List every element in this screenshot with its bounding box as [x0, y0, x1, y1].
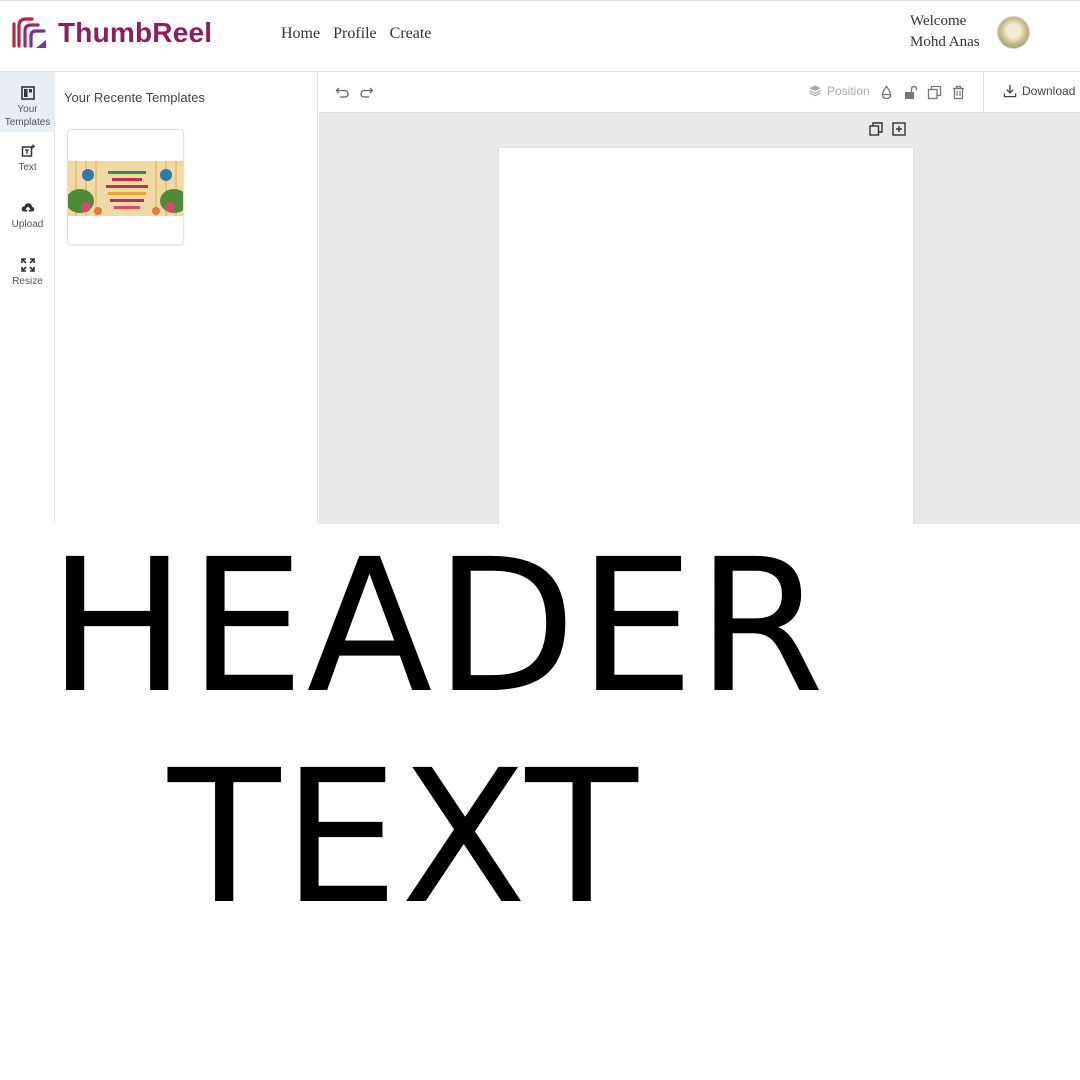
duplicate-button[interactable]	[927, 85, 942, 100]
delete-button[interactable]	[951, 85, 966, 100]
redo-button[interactable]	[359, 85, 374, 100]
thumbreel-logo-icon	[12, 17, 46, 48]
download-button[interactable]: Download	[1003, 84, 1075, 98]
undo-icon	[335, 87, 349, 98]
rail-label-text: Text	[18, 162, 37, 173]
position-label: Position	[827, 84, 870, 98]
rail-item-your-templates[interactable]: Your Templates	[0, 72, 55, 132]
rail-item-upload[interactable]: Upload	[0, 201, 55, 241]
copy-page-icon	[869, 122, 883, 136]
lock-button[interactable]	[903, 85, 918, 100]
template-thumbnail	[68, 161, 183, 216]
redo-icon	[360, 87, 374, 98]
page-controls	[869, 122, 906, 136]
main-nav: Home Profile Create	[281, 25, 431, 43]
template-card[interactable]	[67, 129, 184, 245]
unlock-icon	[905, 85, 918, 99]
header-text-line-2: TEXT	[168, 731, 640, 945]
rail-label-your: Your	[17, 104, 38, 115]
tool-rail: Your Templates Text Upload Resize	[0, 72, 55, 524]
avatar[interactable]	[997, 16, 1030, 49]
user-name: Mohd Anas	[910, 34, 980, 50]
rail-label-resize: Resize	[12, 276, 43, 287]
brand-name: ThumbReel	[58, 17, 213, 48]
rail-label-upload: Upload	[11, 219, 44, 230]
welcome-block: Welcome Mohd Anas	[910, 11, 980, 53]
upload-cloud-icon	[21, 203, 34, 214]
toolbar-divider	[983, 72, 984, 113]
header-text-line-1: HEADER	[48, 520, 827, 734]
brand-logo[interactable]: ThumbReel	[10, 13, 212, 53]
rail-item-resize[interactable]: Resize	[0, 258, 55, 298]
text-icon	[21, 144, 35, 157]
duplicate-page-button[interactable]	[869, 122, 883, 136]
copy-icon	[927, 85, 942, 100]
layers-icon	[809, 85, 821, 97]
welcome-label: Welcome	[910, 13, 967, 29]
header-text-block: HEADER TEXT	[0, 524, 1080, 1080]
canvas-workspace	[319, 113, 1080, 524]
download-icon	[1003, 84, 1017, 98]
design-page[interactable]	[499, 148, 913, 524]
trash-icon	[953, 85, 964, 100]
add-page-button[interactable]	[892, 122, 906, 136]
rail-label-templates: Templates	[4, 117, 51, 128]
droplet-icon	[881, 85, 892, 100]
templates-icon	[20, 86, 35, 100]
top-bar: ThumbReel Home Profile Create Welcome Mo…	[0, 0, 1080, 72]
panel-title: Your Recente Templates	[64, 90, 205, 105]
nav-create[interactable]: Create	[390, 25, 432, 43]
position-button[interactable]: Position	[808, 84, 870, 98]
nav-profile[interactable]: Profile	[333, 25, 377, 43]
resize-icon	[20, 258, 35, 272]
download-label: Download	[1022, 84, 1076, 98]
editor-toolbar: Position Download	[319, 72, 1080, 113]
opacity-button[interactable]	[879, 85, 894, 100]
rail-item-text[interactable]: Text	[0, 144, 55, 184]
add-square-icon	[892, 122, 906, 136]
undo-button[interactable]	[335, 85, 350, 100]
app-window: ThumbReel Home Profile Create Welcome Mo…	[0, 0, 1080, 524]
nav-home[interactable]: Home	[281, 25, 320, 43]
templates-panel: Your Recente Templates	[56, 72, 318, 524]
